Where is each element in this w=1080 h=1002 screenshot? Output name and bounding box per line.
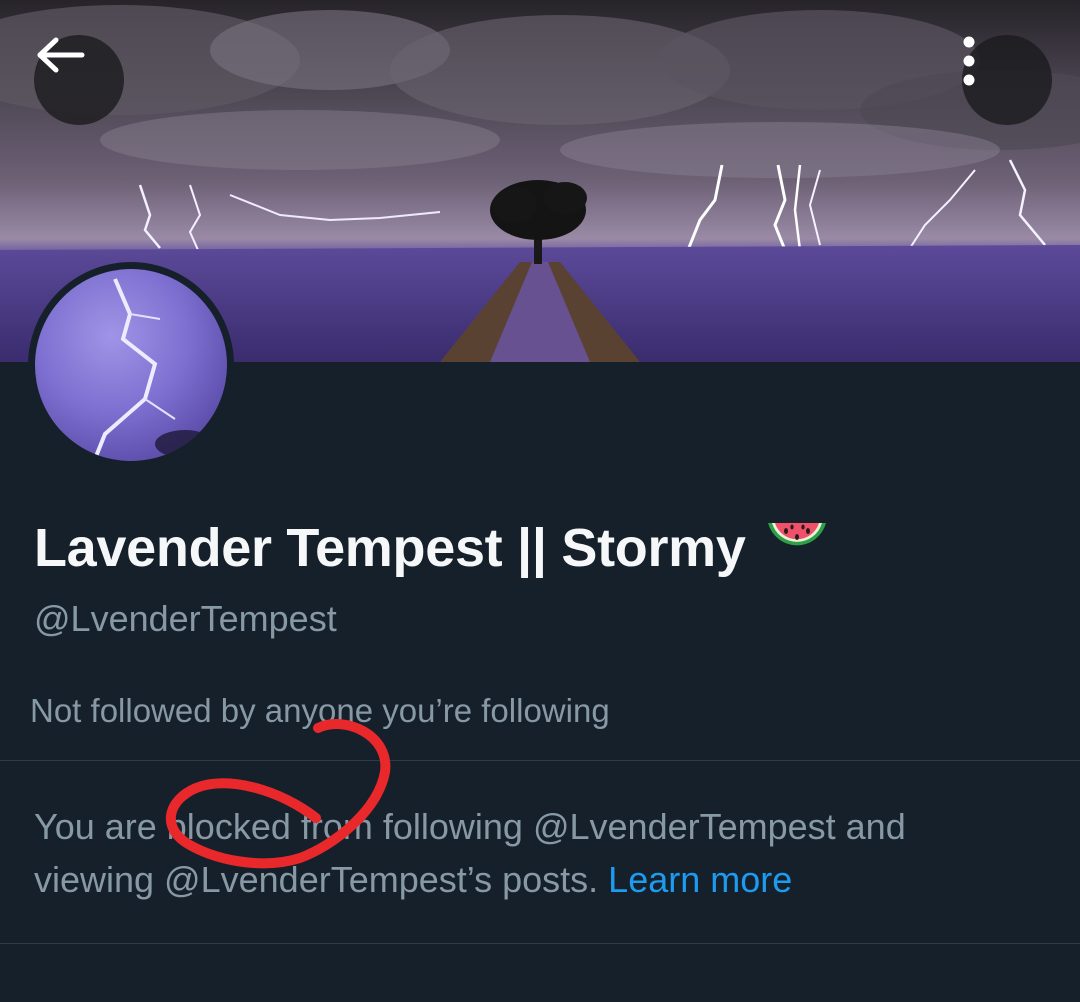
followed-by-text: Not followed by anyone you’re following xyxy=(30,692,610,729)
blocked-notice-line1: You are blocked from following @LvenderT… xyxy=(34,806,906,847)
avatar-image xyxy=(35,269,227,461)
divider xyxy=(0,760,1080,761)
divider xyxy=(0,943,1080,944)
arrow-left-icon xyxy=(37,37,85,73)
watermelon-icon xyxy=(764,513,830,584)
display-name: Lavender Tempest || Stormy xyxy=(34,508,830,588)
display-name-text: Lavender Tempest || Stormy xyxy=(34,518,746,578)
more-options-button[interactable] xyxy=(962,35,1052,125)
back-button[interactable] xyxy=(34,35,124,125)
profile-avatar[interactable] xyxy=(28,262,234,468)
blocked-notice-line2: viewing @LvenderTempest’s posts. xyxy=(34,859,599,900)
learn-more-link[interactable]: Learn more xyxy=(608,859,792,900)
blocked-notice: You are blocked from following @LvenderT… xyxy=(34,800,1054,906)
profile-handle: @LvenderTempest xyxy=(34,598,337,639)
vertical-ellipsis-icon xyxy=(963,36,975,86)
profile-page: Lavender Tempest || Stormy @LvenderTempe… xyxy=(0,0,1080,1002)
